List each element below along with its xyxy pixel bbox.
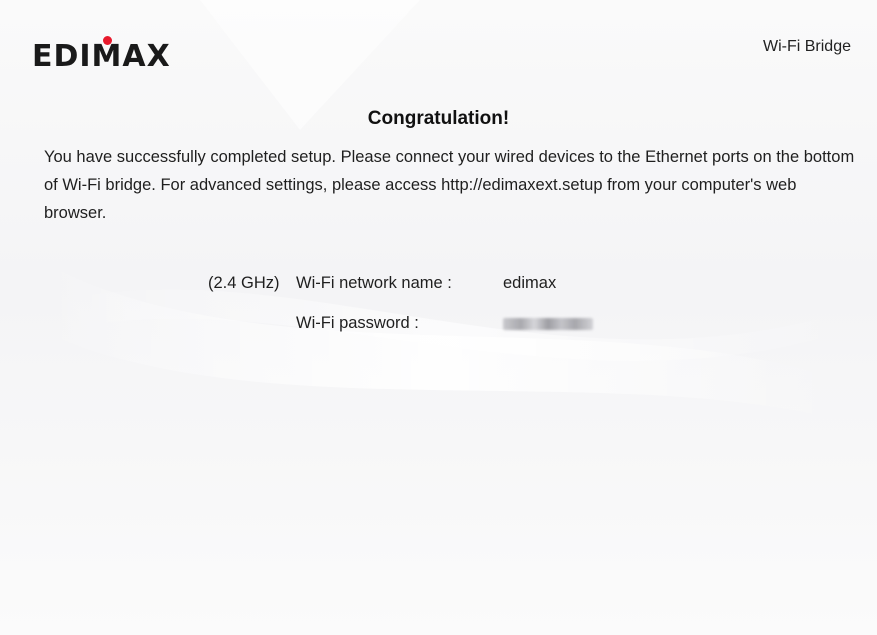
logo-red-dot [103, 36, 112, 45]
background-wave-decoration [40, 0, 850, 420]
wifi-band-label: (2.4 GHz) [208, 274, 280, 292]
wifi-network-name-value: edimax [503, 274, 557, 292]
setup-complete-page: EDIMAX Wi-Fi Bridge Congratulation! You … [0, 0, 877, 635]
product-name: Wi-Fi Bridge [762, 38, 851, 55]
logo-wordmark: EDIMAX [32, 39, 171, 74]
wifi-network-name-label: Wi-Fi network name : [296, 274, 452, 292]
wifi-password-value-blurred: •••••••• [503, 318, 593, 330]
edimax-logo: EDIMAX [32, 36, 212, 76]
completion-message: You have successfully completed setup. P… [44, 148, 855, 222]
wifi-password-label: Wi-Fi password : [296, 314, 419, 332]
page-title: Congratulation! [367, 108, 510, 129]
